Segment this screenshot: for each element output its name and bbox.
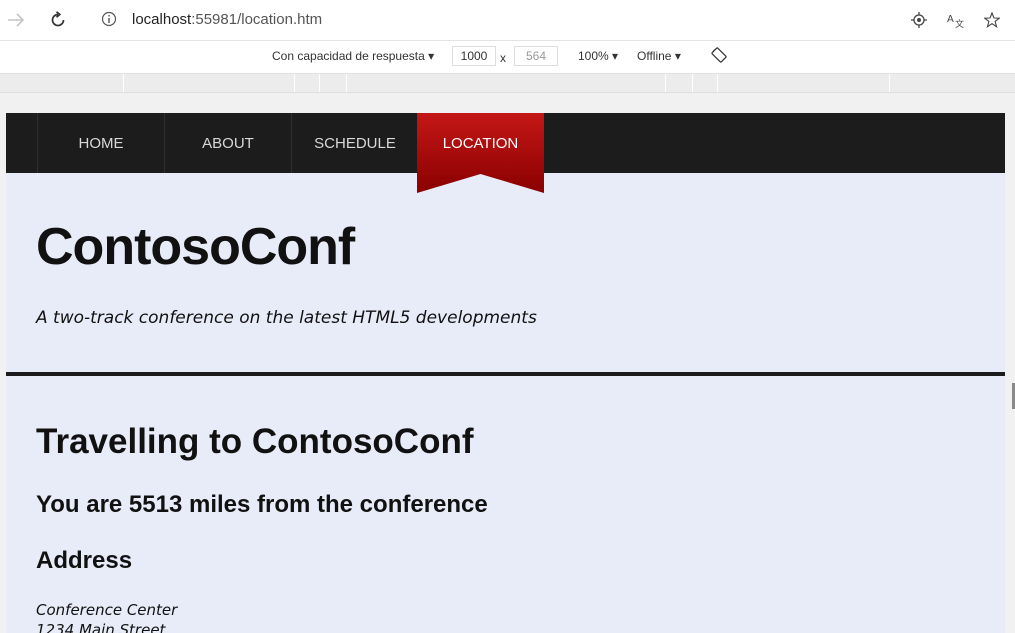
dropdown-arrow-icon: ▾	[674, 49, 681, 63]
network-dropdown[interactable]: Offline ▾	[637, 49, 681, 63]
address-block: Conference Center 1234 Main Street	[36, 600, 177, 633]
site-tagline: A two-track conference on the latest HTM…	[36, 308, 537, 328]
translate-icon[interactable]: A文	[945, 9, 967, 31]
svg-text:A: A	[947, 14, 954, 25]
svg-text:文: 文	[955, 18, 964, 28]
browser-toolbar: localhost:55981/location.htm A文	[0, 0, 1015, 41]
address-heading: Address	[36, 547, 133, 574]
address-line: Conference Center	[36, 601, 178, 619]
zoom-dropdown[interactable]: 100% ▾	[578, 49, 618, 63]
network-label: Offline	[637, 49, 672, 63]
nav-about[interactable]: ABOUT	[164, 113, 291, 173]
page-heading: Travelling to ContosoConf	[36, 422, 474, 461]
address-bar[interactable]: localhost:55981/location.htm A文	[88, 5, 1012, 35]
nav-schedule[interactable]: SCHEDULE	[291, 113, 418, 173]
responsive-dropdown[interactable]: Con capacidad de respuesta ▾	[272, 49, 434, 63]
favorite-star-icon[interactable]	[981, 9, 1003, 31]
device-toolbar: Con capacidad de respuesta ▾ 1000 x 564 …	[0, 41, 1015, 73]
location-target-icon[interactable]	[908, 9, 930, 31]
rotate-icon[interactable]	[711, 47, 727, 66]
dimension-separator: x	[500, 51, 506, 65]
page-viewport: HOME ABOUT SCHEDULE LOCATION ContosoConf…	[6, 113, 1005, 633]
nav-home[interactable]: HOME	[37, 113, 164, 173]
zoom-label: 100%	[578, 49, 609, 63]
nav-location-ribbon[interactable]: LOCATION	[417, 113, 544, 193]
height-input[interactable]: 564	[514, 46, 558, 66]
info-icon[interactable]	[100, 10, 118, 28]
reload-icon[interactable]	[46, 8, 70, 32]
dropdown-arrow-icon: ▾	[612, 49, 619, 63]
dropdown-arrow-icon: ▾	[428, 49, 435, 63]
url-text[interactable]: localhost:55981/location.htm	[132, 11, 322, 28]
back-arrow-icon[interactable]	[4, 8, 28, 32]
distance-heading: You are 5513 miles from the conference	[36, 491, 488, 518]
header-divider	[6, 372, 1005, 376]
responsive-label: Con capacidad de respuesta	[272, 49, 425, 63]
url-host: localhost	[132, 11, 192, 28]
site-title: ContosoConf	[36, 218, 355, 276]
media-query-ruler[interactable]	[0, 73, 1015, 93]
url-path: :55981/location.htm	[191, 11, 323, 28]
nav-location[interactable]: LOCATION	[417, 113, 544, 173]
address-line: 1234 Main Street	[36, 621, 166, 633]
width-input[interactable]: 1000	[452, 46, 496, 66]
